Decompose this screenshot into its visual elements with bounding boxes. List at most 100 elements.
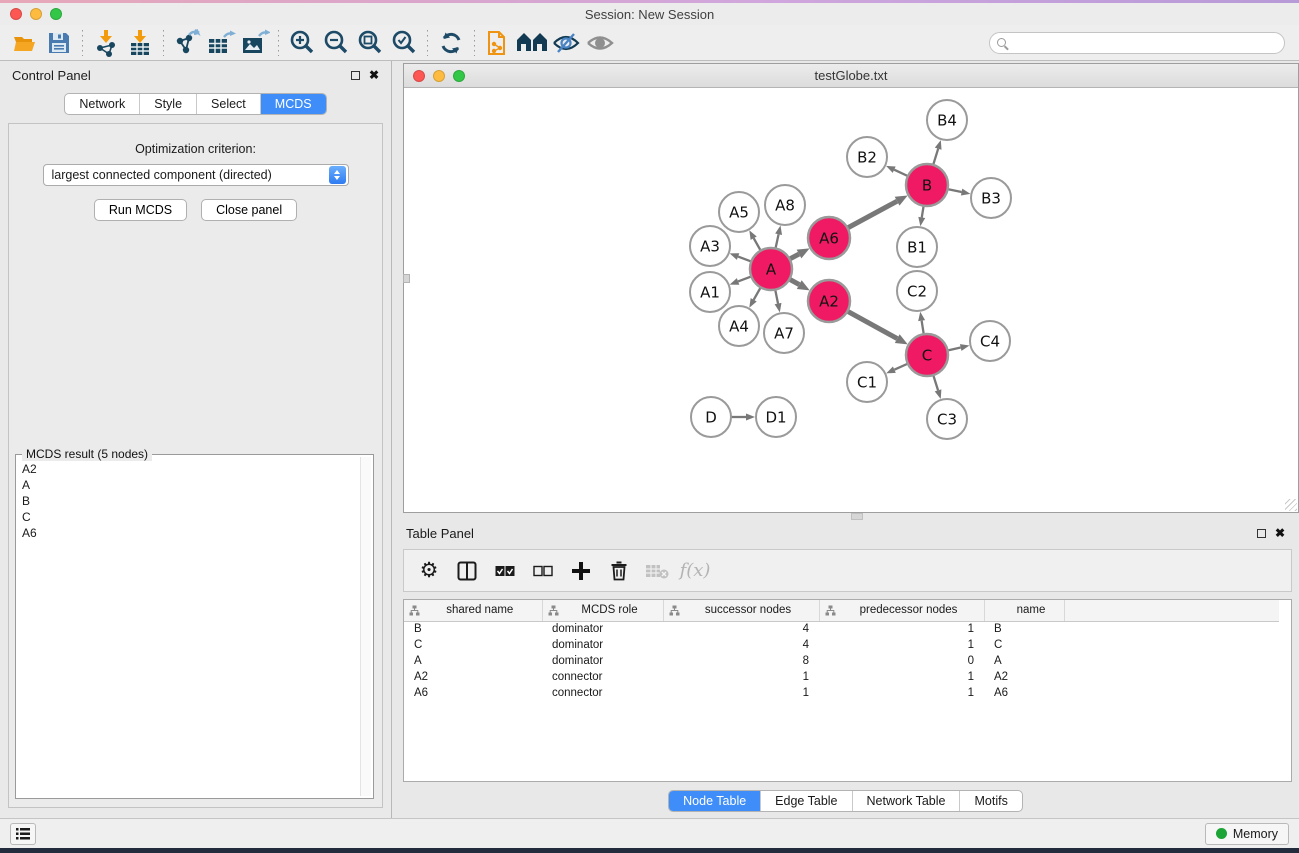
- open-session-button[interactable]: [8, 28, 42, 58]
- table-cell[interactable]: A: [984, 653, 1064, 669]
- column-header-successor-nodes[interactable]: successor nodes: [663, 600, 819, 621]
- table-row[interactable]: A2connector11A2: [404, 669, 1279, 685]
- table-cell[interactable]: A2: [404, 669, 542, 685]
- eye-button[interactable]: [583, 28, 617, 58]
- float-table-panel-icon[interactable]: [1257, 529, 1266, 538]
- close-table-panel-icon[interactable]: ✖: [1275, 527, 1285, 539]
- save-session-button[interactable]: [42, 28, 76, 58]
- clear-selection-icon[interactable]: [528, 556, 558, 586]
- export-network-button[interactable]: [170, 28, 204, 58]
- left-divider-grip[interactable]: [403, 274, 410, 283]
- tab-network-table[interactable]: Network Table: [852, 791, 960, 811]
- result-scrollbar[interactable]: [360, 457, 371, 796]
- table-cell[interactable]: B: [404, 621, 542, 637]
- graph-edge-A2-C[interactable]: [847, 311, 897, 338]
- graphics-details-eye-slash-button[interactable]: [549, 28, 583, 58]
- graph-edge-C-C3[interactable]: [933, 375, 938, 390]
- column-header-MCDS-role[interactable]: MCDS role: [542, 600, 663, 621]
- graph-edge-A-A4[interactable]: [754, 287, 761, 300]
- table-cell[interactable]: A: [404, 653, 542, 669]
- table-cell[interactable]: dominator: [542, 621, 663, 637]
- add-column-icon[interactable]: [566, 556, 596, 586]
- graph-edge-C-C4[interactable]: [947, 348, 960, 351]
- delete-column-trash-icon[interactable]: [604, 556, 634, 586]
- table-row[interactable]: Adominator80A: [404, 653, 1279, 669]
- import-network-button[interactable]: [89, 28, 123, 58]
- table-cell[interactable]: 1: [819, 621, 984, 637]
- mcds-result-item[interactable]: B: [22, 493, 355, 509]
- table-row[interactable]: A6connector11A6: [404, 685, 1279, 701]
- table-cell[interactable]: C: [984, 637, 1064, 653]
- graph-edge-A-A8[interactable]: [775, 234, 778, 248]
- table-cell[interactable]: 1: [663, 685, 819, 701]
- graph-edge-A-A3[interactable]: [738, 257, 751, 262]
- mcds-result-item[interactable]: C: [22, 509, 355, 525]
- tab-motifs[interactable]: Motifs: [959, 791, 1021, 811]
- select-all-icon[interactable]: [490, 556, 520, 586]
- mcds-result-item[interactable]: A6: [22, 525, 355, 541]
- graph-edge-B-B4[interactable]: [933, 149, 938, 165]
- table-cell[interactable]: 4: [663, 621, 819, 637]
- table-cell[interactable]: connector: [542, 685, 663, 701]
- run-mcds-button[interactable]: Run MCDS: [94, 199, 187, 221]
- optimization-criterion-select[interactable]: largest connected component (directed): [43, 164, 349, 186]
- graph-edge-C-C2[interactable]: [922, 321, 924, 335]
- column-header-predecessor-nodes[interactable]: predecessor nodes: [819, 600, 984, 621]
- zoom-selected-button[interactable]: [387, 28, 421, 58]
- table-cell[interactable]: dominator: [542, 637, 663, 653]
- table-cell[interactable]: A2: [984, 669, 1064, 685]
- function-builder-icon[interactable]: f(x): [680, 556, 710, 586]
- home-view-button[interactable]: [515, 28, 549, 58]
- task-history-button[interactable]: [10, 823, 36, 845]
- tab-select[interactable]: Select: [196, 94, 260, 114]
- graph-edge-A-A2[interactable]: [789, 279, 799, 284]
- column-header-shared-name[interactable]: shared name: [404, 600, 542, 621]
- resize-corner-handle[interactable]: [1285, 499, 1297, 511]
- table-cell[interactable]: 1: [819, 685, 984, 701]
- mcds-result-item[interactable]: A: [22, 477, 355, 493]
- delete-table-icon[interactable]: [642, 556, 672, 586]
- graph-edge-B-B3[interactable]: [948, 189, 962, 192]
- table-cell[interactable]: A6: [404, 685, 542, 701]
- close-panel-button[interactable]: Close panel: [201, 199, 297, 221]
- column-header-name[interactable]: name: [984, 600, 1064, 621]
- table-cell[interactable]: dominator: [542, 653, 663, 669]
- graph-edge-A-A1[interactable]: [738, 276, 751, 281]
- table-cell[interactable]: 4: [663, 637, 819, 653]
- zoom-in-button[interactable]: [285, 28, 319, 58]
- table-cell[interactable]: 1: [819, 669, 984, 685]
- float-panel-icon[interactable]: [351, 71, 360, 80]
- network-graph[interactable]: B4B2BB3A8A5A6A3B1AA1C2A2A4A7C4CC1C3DD1: [404, 88, 1298, 512]
- zoom-out-button[interactable]: [319, 28, 353, 58]
- tab-edge-table[interactable]: Edge Table: [760, 791, 851, 811]
- memory-button[interactable]: Memory: [1205, 823, 1289, 845]
- network-window-titlebar[interactable]: testGlobe.txt: [404, 64, 1298, 88]
- close-panel-icon[interactable]: ✖: [369, 69, 379, 81]
- import-table-button[interactable]: [123, 28, 157, 58]
- table-cell[interactable]: A6: [984, 685, 1064, 701]
- graph-edge-C-C1[interactable]: [894, 364, 907, 370]
- zoom-fit-button[interactable]: [353, 28, 387, 58]
- graph-edge-A-A6[interactable]: [790, 254, 799, 259]
- table-cell[interactable]: connector: [542, 669, 663, 685]
- tab-network[interactable]: Network: [65, 94, 139, 114]
- graph-edge-B-B1[interactable]: [922, 206, 924, 218]
- refresh-view-button[interactable]: [434, 28, 468, 58]
- table-cell[interactable]: 1: [663, 669, 819, 685]
- tab-style[interactable]: Style: [139, 94, 196, 114]
- table-cell[interactable]: 1: [819, 637, 984, 653]
- network-canvas[interactable]: B4B2BB3A8A5A6A3B1AA1C2A2A4A7C4CC1C3DD1: [404, 88, 1298, 512]
- table-cell[interactable]: B: [984, 621, 1064, 637]
- search-input[interactable]: [1006, 36, 1284, 50]
- table-cell[interactable]: 0: [819, 653, 984, 669]
- graph-edge-A6-B[interactable]: [847, 201, 897, 228]
- table-cell[interactable]: 8: [663, 653, 819, 669]
- export-image-button[interactable]: [238, 28, 272, 58]
- graph-edge-B-B2[interactable]: [894, 170, 908, 176]
- table-settings-gear-icon[interactable]: ⚙: [414, 556, 444, 586]
- column-panel-icon[interactable]: [452, 556, 482, 586]
- graph-edge-A-A7[interactable]: [775, 290, 778, 304]
- table-row[interactable]: Bdominator41B: [404, 621, 1279, 637]
- tab-node-table[interactable]: Node Table: [669, 791, 760, 811]
- bottom-divider-grip[interactable]: [851, 513, 863, 520]
